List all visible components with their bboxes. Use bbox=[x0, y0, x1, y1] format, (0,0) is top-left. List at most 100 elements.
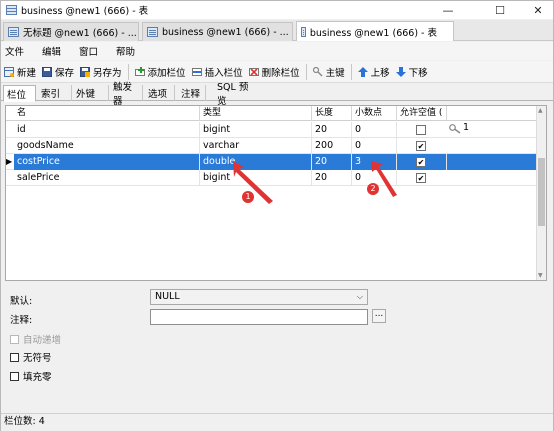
menu-window[interactable]: 窗口 bbox=[75, 44, 98, 58]
arrow-down-icon bbox=[395, 66, 406, 77]
tab-indexes[interactable]: 索引 bbox=[38, 85, 72, 101]
doc-tab-business-1[interactable]: business @new1 (666) - ... bbox=[142, 22, 293, 41]
nullable-checkbox[interactable]: ✔ bbox=[416, 157, 426, 167]
tab-foreign-keys[interactable]: 外键 bbox=[73, 85, 109, 101]
tab-comment[interactable]: 注释 bbox=[178, 85, 206, 101]
key-icon bbox=[312, 66, 323, 77]
annotation-badge-1: 1 bbox=[242, 191, 254, 203]
insert-field-label: 插入栏位 bbox=[204, 67, 243, 79]
insert-field-icon bbox=[191, 67, 202, 77]
unsigned-checkbox[interactable] bbox=[10, 352, 19, 362]
table-row[interactable]: id bigint 20 0 1 bbox=[6, 122, 540, 138]
tab-triggers[interactable]: 触发器 bbox=[110, 82, 143, 107]
field-decimals-cell[interactable]: 0 bbox=[352, 122, 397, 138]
doc-tab-label: 无标题 @new1 (666) - ... bbox=[23, 28, 137, 39]
field-type-cell[interactable]: bigint bbox=[200, 122, 312, 138]
toolbar-divider bbox=[350, 63, 352, 80]
table-icon bbox=[5, 5, 17, 16]
comment-edit-button[interactable]: ... bbox=[372, 309, 386, 323]
scroll-up-icon[interactable]: ▲ bbox=[538, 107, 543, 114]
header-nullable[interactable]: 允许空值 ( bbox=[397, 106, 447, 121]
table-icon bbox=[147, 27, 158, 37]
unsigned-option[interactable]: 无符号 bbox=[10, 350, 52, 364]
field-decimals-cell[interactable]: 0 bbox=[352, 138, 397, 154]
field-name-cell[interactable]: costPrice bbox=[14, 154, 200, 170]
comment-input[interactable] bbox=[150, 309, 368, 325]
tab-fields[interactable]: 栏位 bbox=[3, 85, 36, 102]
scroll-down-icon[interactable]: ▼ bbox=[538, 272, 543, 279]
default-select[interactable]: NULL ⌵ bbox=[150, 289, 368, 305]
menu-help[interactable]: 帮助 bbox=[112, 44, 135, 58]
header-type[interactable]: 类型 bbox=[200, 106, 312, 121]
header-decimals[interactable]: 小数点 bbox=[352, 106, 397, 121]
table-row-selected[interactable]: ▶ costPrice double 20 3 ✔ bbox=[6, 154, 540, 170]
designer-tabs: 栏位 索引 外键 触发器 选项 注释 SQL 预览 bbox=[1, 82, 553, 107]
field-name-cell[interactable]: goodsName bbox=[14, 138, 200, 154]
tab-sql-preview[interactable]: SQL 预览 bbox=[214, 82, 260, 107]
new-table-icon bbox=[4, 66, 14, 77]
field-name-cell[interactable]: id bbox=[14, 122, 200, 138]
field-length-cell[interactable]: 20 bbox=[312, 122, 352, 138]
field-type-cell[interactable]: double bbox=[200, 154, 312, 170]
save-as-label: 另存为 bbox=[93, 67, 122, 79]
menu-file[interactable]: 文件 bbox=[1, 44, 24, 58]
table-icon bbox=[301, 26, 306, 37]
header-name[interactable]: 名 bbox=[14, 106, 200, 121]
query-icon bbox=[8, 27, 19, 37]
doc-tab-label: business @new1 (666) - ... bbox=[162, 26, 289, 38]
move-down-button[interactable]: 下移 bbox=[393, 62, 431, 82]
row-marker bbox=[6, 170, 14, 186]
save-button[interactable]: 保存 bbox=[39, 62, 77, 82]
doc-tab-business-2[interactable]: business @new1 (666) - 表 bbox=[296, 21, 454, 41]
comment-label: 注释: bbox=[10, 315, 33, 326]
header-marker bbox=[6, 106, 14, 121]
key-cell bbox=[447, 154, 540, 170]
toolbar: 新建 保存 另存为 添加栏位 插入栏位 删除栏位 主键 上移 下移 bbox=[1, 61, 553, 83]
field-decimals-cell[interactable]: 3 bbox=[352, 154, 397, 170]
add-field-icon bbox=[134, 66, 145, 77]
primary-key-button[interactable]: 主键 bbox=[310, 62, 348, 82]
nullable-checkbox[interactable]: ✔ bbox=[416, 141, 426, 151]
table-row[interactable]: salePrice bigint 20 0 ✔ bbox=[6, 170, 540, 186]
grid-scrollbar[interactable]: ▲ ▼ bbox=[536, 106, 546, 280]
doc-tab-untitled[interactable]: 无标题 @new1 (666) - ... bbox=[3, 22, 139, 41]
status-bar: 栏位数: 4 bbox=[1, 413, 553, 431]
move-up-label: 上移 bbox=[370, 67, 390, 79]
add-field-button[interactable]: 添加栏位 bbox=[132, 62, 189, 82]
toolbar-divider bbox=[127, 63, 129, 80]
nullable-checkbox[interactable] bbox=[416, 125, 426, 135]
field-length-cell[interactable]: 200 bbox=[312, 138, 352, 154]
menu-bar: 文件 编辑 窗口 帮助 bbox=[1, 42, 553, 60]
header-length[interactable]: 长度 bbox=[312, 106, 352, 121]
arrow-up-icon bbox=[357, 66, 368, 77]
field-type-cell[interactable]: bigint bbox=[200, 170, 312, 186]
primary-key-label: 主键 bbox=[325, 67, 345, 79]
menu-edit[interactable]: 编辑 bbox=[38, 44, 61, 58]
maximize-button[interactable]: ☐ bbox=[485, 1, 515, 19]
key-icon bbox=[449, 124, 461, 137]
table-row[interactable]: goodsName varchar 200 0 ✔ bbox=[6, 138, 540, 154]
minimize-button[interactable]: — bbox=[433, 1, 463, 19]
unsigned-label: 无符号 bbox=[23, 353, 52, 364]
field-type-cell[interactable]: varchar bbox=[200, 138, 312, 154]
field-length-cell[interactable]: 20 bbox=[312, 154, 352, 170]
new-label: 新建 bbox=[17, 67, 37, 79]
tab-options[interactable]: 选项 bbox=[145, 85, 175, 101]
save-icon bbox=[42, 66, 53, 77]
table-designer-window: business @new1 (666) - 表 — ☐ ✕ 无标题 @new1… bbox=[0, 0, 554, 431]
field-name-cell[interactable]: salePrice bbox=[14, 170, 200, 186]
move-down-label: 下移 bbox=[408, 67, 428, 79]
new-button[interactable]: 新建 bbox=[1, 62, 39, 82]
toolbar-divider bbox=[305, 63, 307, 80]
move-up-button[interactable]: 上移 bbox=[355, 62, 393, 82]
default-select-value: NULL bbox=[155, 291, 180, 302]
window-title: business @new1 (666) - 表 bbox=[21, 6, 149, 17]
zerofill-option[interactable]: 填充零 bbox=[10, 369, 52, 383]
zerofill-checkbox[interactable] bbox=[10, 371, 19, 381]
default-label: 默认: bbox=[10, 296, 33, 307]
header-key bbox=[447, 106, 540, 121]
close-button[interactable]: ✕ bbox=[523, 1, 553, 19]
nullable-checkbox[interactable]: ✔ bbox=[416, 173, 426, 183]
scrollbar-thumb[interactable] bbox=[538, 158, 545, 226]
field-length-cell[interactable]: 20 bbox=[312, 170, 352, 186]
